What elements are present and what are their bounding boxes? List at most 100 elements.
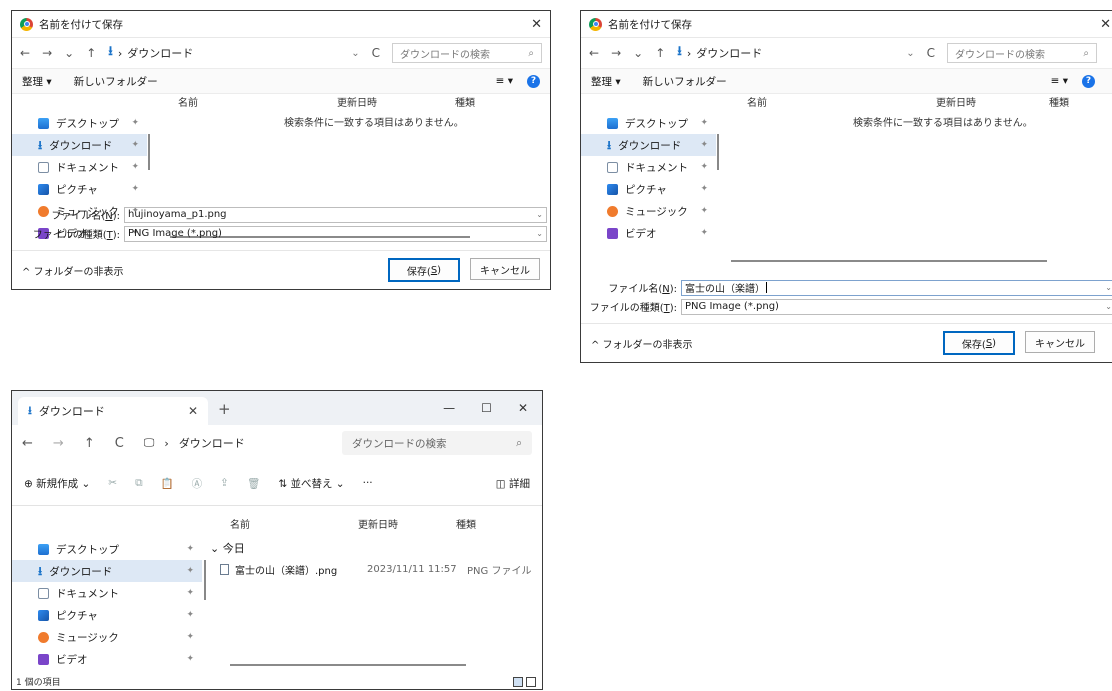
- sidebar-item-pictures[interactable]: ピクチャ ✦: [581, 178, 716, 200]
- sidebar-item-desktop[interactable]: デスクトップ ✦: [12, 112, 147, 134]
- nav-scrollbar[interactable]: [717, 134, 719, 170]
- back-arrow-icon[interactable]: ←: [20, 46, 30, 60]
- rename-icon[interactable]: Ⓐ: [192, 476, 203, 491]
- sidebar-item-videos[interactable]: ビデオ ✦: [12, 648, 202, 670]
- column-date[interactable]: 更新日時: [358, 516, 398, 534]
- file-row[interactable]: 富士の山（楽譜）.png 2023/11/11 11:57 PNG ファイル: [220, 562, 531, 577]
- tab-close-icon[interactable]: ✕: [188, 404, 198, 418]
- up-arrow-icon[interactable]: ↑: [655, 46, 665, 60]
- filetype-select[interactable]: PNG Image (*.png) ⌄: [124, 225, 547, 242]
- breadcrumb-downloads[interactable]: ダウンロード: [696, 45, 762, 61]
- breadcrumb[interactable]: 🖵 › ダウンロード: [144, 435, 245, 451]
- search-box[interactable]: ダウンロードの検索 ⌕: [947, 43, 1097, 63]
- close-button[interactable]: ✕: [1100, 17, 1111, 32]
- view-menu-icon[interactable]: ≡ ▾: [496, 75, 513, 87]
- refresh-icon[interactable]: C: [927, 46, 935, 60]
- tab-downloads[interactable]: ⭳ ダウンロード ✕: [18, 397, 208, 425]
- column-name[interactable]: 名前: [747, 94, 767, 112]
- chevron-down-icon[interactable]: ⌄: [1105, 302, 1112, 311]
- recent-dropdown-icon[interactable]: ⌄: [64, 46, 74, 60]
- save-dialog-2: 名前を付けて保存 ✕ ← → ⌄ ↑ ⭳ › ダウンロード ⌄ C ダウンロード…: [580, 10, 1112, 363]
- sidebar-item-downloads[interactable]: ⭳ ダウンロード ✦: [12, 560, 202, 582]
- chevron-down-icon[interactable]: ⌄: [1105, 283, 1112, 292]
- breadcrumb[interactable]: ⭳ › ダウンロード: [677, 42, 762, 64]
- new-tab-button[interactable]: +: [218, 400, 231, 418]
- close-button[interactable]: ✕: [518, 401, 528, 415]
- sidebar-item-downloads[interactable]: ⭳ ダウンロード ✦: [12, 134, 147, 156]
- copy-icon[interactable]: ⧉: [135, 477, 143, 490]
- search-box[interactable]: ダウンロードの検索 ⌕: [342, 431, 532, 455]
- column-name[interactable]: 名前: [230, 516, 250, 534]
- share-icon[interactable]: ⇪: [220, 477, 229, 489]
- breadcrumb-downloads[interactable]: ダウンロード: [179, 435, 245, 451]
- column-name[interactable]: 名前: [178, 94, 198, 112]
- minimize-button[interactable]: —: [443, 401, 455, 415]
- hide-folders-button[interactable]: ^ フォルダーの非表示: [591, 336, 693, 351]
- help-icon[interactable]: ?: [1082, 74, 1095, 88]
- group-header-today[interactable]: ⌄ 今日: [210, 540, 245, 556]
- nav-scrollbar[interactable]: [204, 560, 206, 600]
- cancel-button[interactable]: キャンセル: [1025, 331, 1095, 353]
- new-folder-button[interactable]: 新しいフォルダー: [643, 74, 727, 89]
- new-folder-button[interactable]: 新しいフォルダー: [74, 74, 158, 89]
- details-button[interactable]: ◫ 詳細: [496, 476, 530, 491]
- horizontal-scrollbar[interactable]: [230, 664, 466, 666]
- paste-icon[interactable]: 📋: [161, 477, 174, 490]
- sidebar-item-pictures[interactable]: ピクチャ ✦: [12, 178, 147, 200]
- chevron-down-icon[interactable]: ⌄: [536, 229, 543, 238]
- nav-scrollbar[interactable]: [148, 134, 150, 170]
- back-arrow-icon[interactable]: ←: [22, 436, 33, 451]
- new-button[interactable]: ⊕ 新規作成 ⌄: [24, 476, 90, 491]
- sidebar-item-documents[interactable]: ドキュメント ✦: [12, 156, 147, 178]
- delete-icon[interactable]: 🗑: [247, 477, 260, 490]
- sort-button[interactable]: ⇅ 並べ替え ⌄: [278, 476, 344, 491]
- hide-folders-button[interactable]: ^ フォルダーの非表示: [22, 263, 124, 278]
- save-button[interactable]: 保存(S): [388, 258, 460, 282]
- breadcrumb-downloads[interactable]: ダウンロード: [127, 45, 193, 61]
- forward-arrow-icon[interactable]: →: [42, 46, 52, 60]
- tiles-view-icon[interactable]: [526, 677, 536, 687]
- path-dropdown-icon[interactable]: ⌄: [906, 48, 914, 59]
- close-button[interactable]: ✕: [531, 17, 542, 32]
- sidebar-item-desktop[interactable]: デスクトップ ✦: [12, 538, 202, 560]
- chevron-down-icon[interactable]: ⌄: [536, 210, 543, 219]
- organize-menu[interactable]: 整理 ▾: [22, 74, 52, 89]
- column-date[interactable]: 更新日時: [337, 94, 377, 112]
- sidebar-item-downloads[interactable]: ⭳ ダウンロード ✦: [581, 134, 716, 156]
- search-box[interactable]: ダウンロードの検索 ⌕: [392, 43, 542, 63]
- cut-icon[interactable]: ✂: [108, 477, 117, 489]
- sidebar-item-documents[interactable]: ドキュメント ✦: [12, 582, 202, 604]
- horizontal-scrollbar[interactable]: [731, 260, 1047, 262]
- refresh-icon[interactable]: C: [115, 436, 124, 451]
- recent-dropdown-icon[interactable]: ⌄: [633, 46, 643, 60]
- path-dropdown-icon[interactable]: ⌄: [351, 48, 359, 59]
- breadcrumb[interactable]: ⭳ › ダウンロード: [108, 42, 193, 64]
- organize-menu[interactable]: 整理 ▾: [591, 74, 621, 89]
- forward-arrow-icon[interactable]: →: [53, 436, 64, 451]
- more-options-icon[interactable]: ···: [363, 477, 373, 489]
- cancel-button[interactable]: キャンセル: [470, 258, 540, 280]
- filetype-select[interactable]: PNG Image (*.png) ⌄: [681, 298, 1112, 315]
- column-type[interactable]: 種類: [456, 516, 476, 534]
- filename-input[interactable]: hujinoyama_p1.png ⌄: [124, 206, 547, 223]
- sidebar-item-documents[interactable]: ドキュメント ✦: [581, 156, 716, 178]
- save-button[interactable]: 保存(S): [943, 331, 1015, 355]
- refresh-icon[interactable]: C: [372, 46, 380, 60]
- column-date[interactable]: 更新日時: [936, 94, 976, 112]
- view-menu-icon[interactable]: ≡ ▾: [1051, 75, 1068, 87]
- column-type[interactable]: 種類: [1049, 94, 1069, 112]
- column-type[interactable]: 種類: [455, 94, 475, 112]
- sidebar-item-pictures[interactable]: ピクチャ ✦: [12, 604, 202, 626]
- sidebar-item-music[interactable]: ミュージック ✦: [12, 626, 202, 648]
- sidebar-item-videos[interactable]: ビデオ ✦: [581, 222, 716, 244]
- maximize-button[interactable]: ☐: [481, 401, 492, 415]
- back-arrow-icon[interactable]: ←: [589, 46, 599, 60]
- help-icon[interactable]: ?: [527, 74, 540, 88]
- details-view-icon[interactable]: [513, 677, 523, 687]
- sidebar-item-desktop[interactable]: デスクトップ ✦: [581, 112, 716, 134]
- sidebar-item-music[interactable]: ミュージック ✦: [581, 200, 716, 222]
- up-arrow-icon[interactable]: ↑: [84, 436, 95, 451]
- up-arrow-icon[interactable]: ↑: [86, 46, 96, 60]
- filename-input[interactable]: 富士の山（楽譜） ⌄: [681, 279, 1112, 296]
- forward-arrow-icon[interactable]: →: [611, 46, 621, 60]
